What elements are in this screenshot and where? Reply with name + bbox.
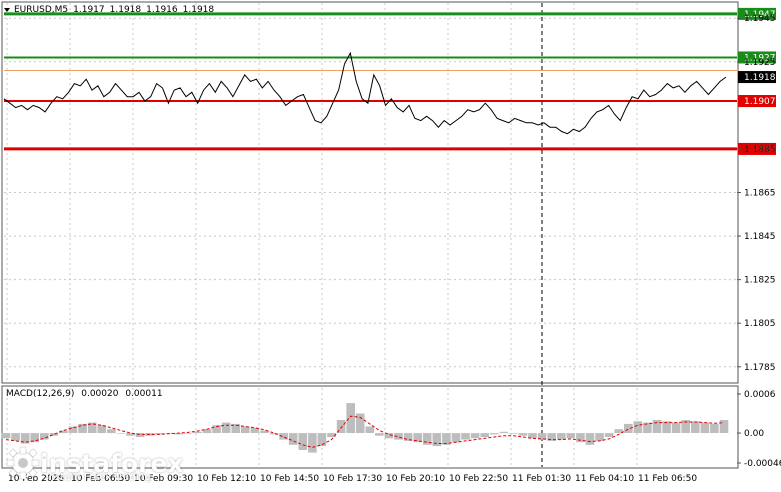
trading-chart[interactable]: 1.1947 1.1927 1.1907 1.1885 1.1945 1.1925 1.1… [0,0,781,489]
time-label: 10 Feb 22:50 [449,474,508,484]
price-scale-label: 1.1945 [744,14,776,24]
price-scale-label: 1.1925 [744,58,776,68]
time-label: 11 Feb 01:30 [512,474,571,484]
macd-bar [633,421,643,433]
macd-bar [365,426,375,433]
macd-bar [671,422,681,433]
time-label: 11 Feb 04:10 [575,474,634,484]
macd-bar [518,433,528,436]
macd-scale-label: -0.00046 [744,459,781,469]
macd-bar [557,433,566,440]
current-price-label: 1.1918 [744,73,776,83]
macd-bar [183,433,193,434]
macd-bar [107,429,116,434]
macd-bar [308,433,317,453]
macd-signal-value: 0.00011 [125,389,163,399]
macd-bar [241,426,250,433]
macd-bar [566,433,576,439]
chart-header: EURUSD,M5 1.1917 1.1918 1.1916 1.1918 [4,3,219,17]
macd-bar [298,433,308,450]
macd-bar [221,422,231,433]
chevron-down-icon[interactable] [4,8,10,12]
macd-scale-label: 0.00 [744,429,764,439]
level-label: 1.1907 [744,97,776,107]
price-scale-label: 1.1785 [744,363,776,373]
macd-bar [700,422,710,433]
macd-bar [719,420,729,433]
macd-bar [116,433,126,434]
price-scale-label: 1.1845 [744,232,776,242]
chart-canvas[interactable]: 1.19471.19271.19071.1885 1.19451.19251.1… [0,0,781,489]
instaforex-logo: instaforex Instant Forex Trading [6,446,184,483]
macd-bar [691,421,700,433]
macd-bar [499,431,509,434]
macd-scale-label: 0.0006 [744,390,776,400]
time-label: 11 Feb 06:50 [638,474,697,484]
price-scale-label: 1.1885 [744,145,776,155]
macd-bar [585,433,595,445]
price-scale-label: 1.1825 [744,276,776,286]
macd-title: MACD(12,26,9) [6,389,75,399]
macd-bar [604,433,614,437]
macd-bar [317,433,327,447]
macd-bar [652,420,662,433]
macd-bar [432,433,442,447]
price-scale-label: 1.1865 [744,189,776,199]
time-label: 10 Feb 14:50 [260,474,319,484]
price-scale[interactable]: 1.1945 1.1925 1.1885 1.1865 1.1845 1.1825 1.18… [737,14,776,373]
time-label: 10 Feb 17:30 [323,474,382,484]
macd-bar [1,433,11,439]
macd-bar [509,433,518,434]
macd-bar [490,433,499,435]
macd-bar [346,403,355,433]
time-label: 10 Feb 20:10 [386,474,445,484]
logo-tagline: Instant Forex Trading [46,472,152,483]
macd-bar [595,433,604,441]
time-label: 10 Feb 12:10 [197,474,256,484]
macd-bar [480,433,489,437]
macd-bar [11,433,20,441]
macd-header: MACD(12,26,9) 0.00020 0.00011 [6,389,167,399]
logo-gear-icon [6,446,40,480]
close-value: 1.1918 [182,5,215,15]
macd-bar [355,413,365,433]
macd-bar [451,433,461,443]
open-value: 1.1917 [73,5,105,15]
macd-scale: 0.0006 0.00 -0.00046 [737,390,781,469]
macd-bar [288,433,298,445]
macd-main-value: 0.00020 [81,389,119,399]
symbol-label: EURUSD,M5 [14,5,69,15]
high-value: 1.1918 [109,5,142,15]
macd-bar [470,433,480,439]
macd-bar [375,433,384,436]
low-value: 1.1916 [146,5,178,15]
price-scale-label: 1.1805 [744,319,776,329]
macd-bar [710,423,719,433]
macd-bar [461,433,470,440]
